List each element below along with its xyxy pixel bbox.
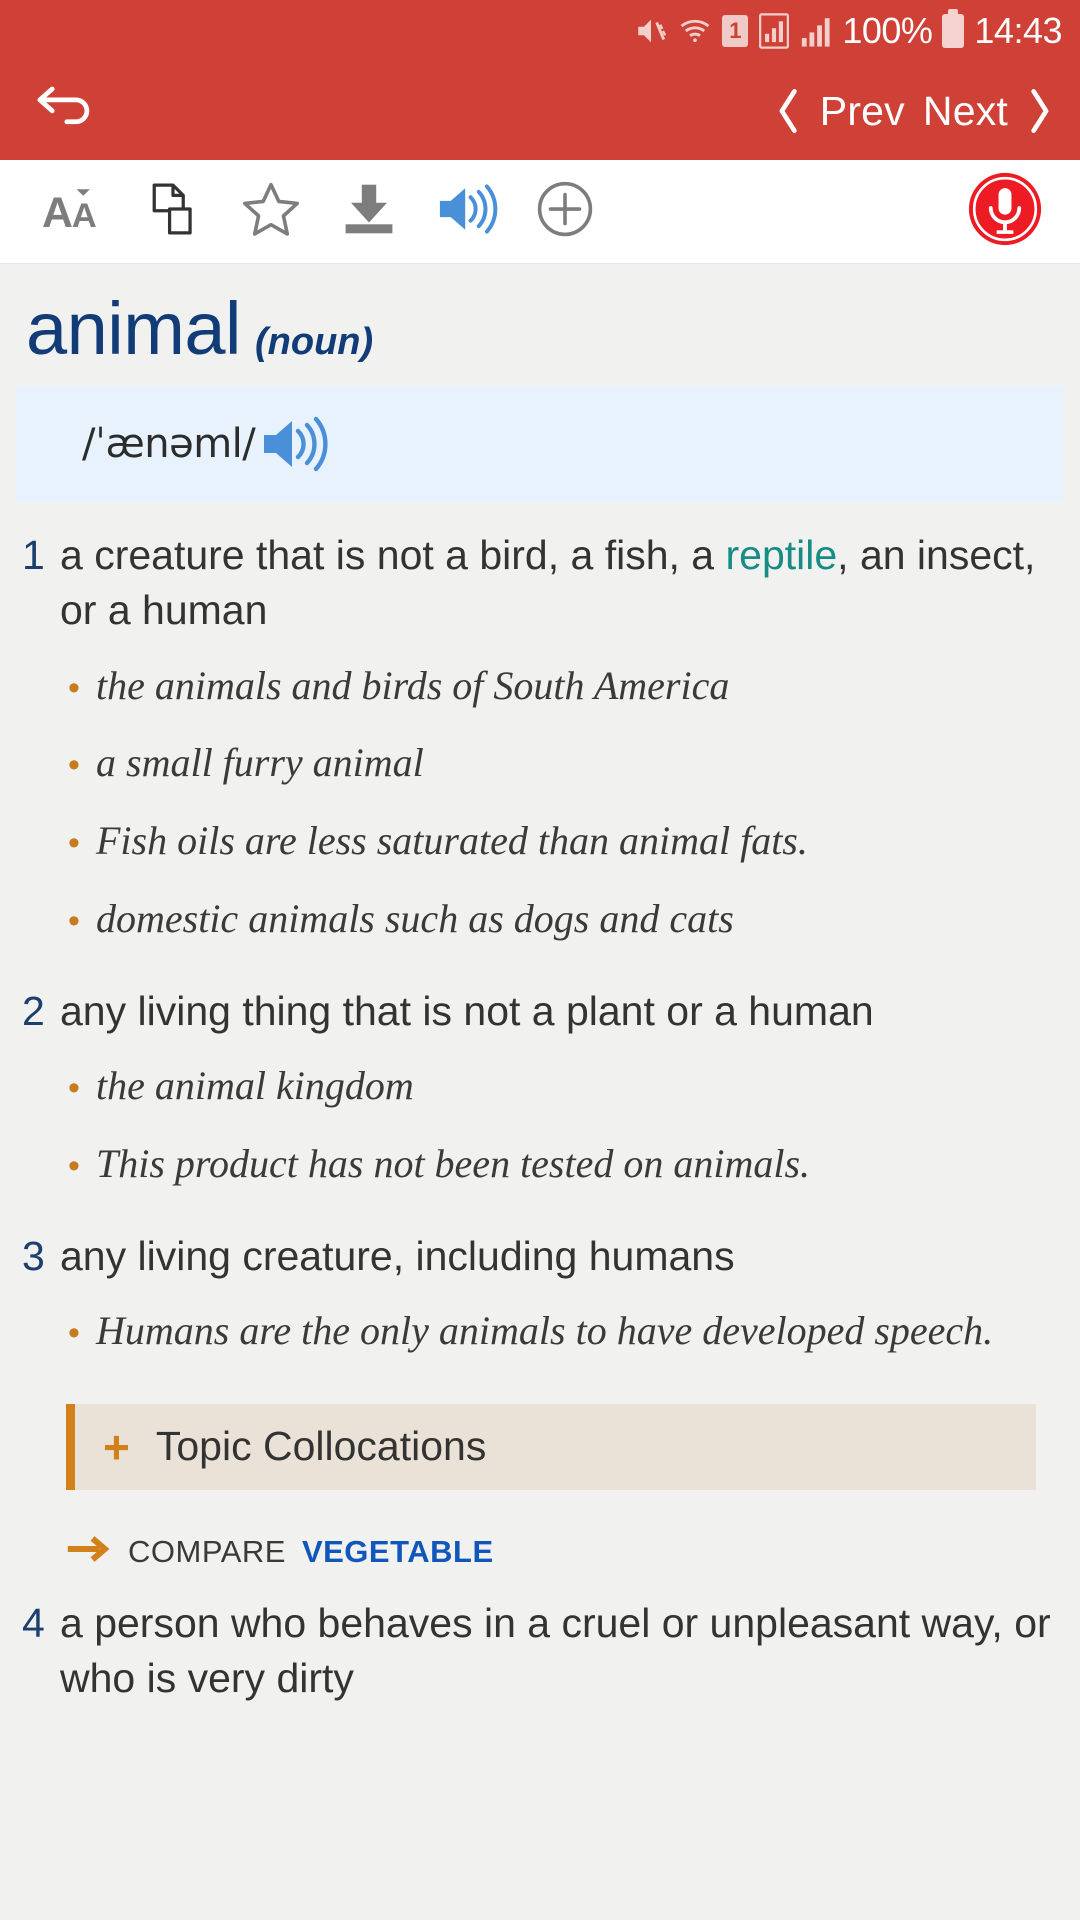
sense-definition: any living thing that is not a plant or …	[60, 987, 874, 1034]
example-text: the animal kingdom	[96, 1063, 414, 1109]
sense-number: 2	[22, 987, 45, 1034]
example-text: a small furry animal	[96, 740, 424, 786]
bullet-icon: •	[68, 902, 80, 941]
prev-label: Prev	[819, 87, 905, 134]
example-text: Humans are the only animals to have deve…	[96, 1308, 994, 1354]
compare-label: COMPARE	[128, 1533, 286, 1569]
example-item: • Fish oils are less saturated than anim…	[68, 802, 1058, 880]
font-size-button[interactable]: A A	[26, 182, 124, 241]
bullet-icon: •	[68, 668, 80, 707]
part-of-speech: (noun)	[255, 321, 374, 363]
download-icon	[342, 181, 396, 242]
example-item: • domestic animals such as dogs and cats	[68, 880, 1058, 958]
arrow-right-icon	[66, 1534, 112, 1569]
sense-definition: a creature that is not a bird, a fish, a…	[56, 528, 1058, 639]
copy-page-button[interactable]	[124, 180, 222, 243]
example-item: • the animal kingdom	[68, 1047, 1058, 1125]
compare-target-link[interactable]: VEGETABLE	[302, 1534, 494, 1570]
entry-toolbar: A A	[0, 160, 1080, 264]
sim-icon: 1	[722, 15, 749, 47]
mute-icon	[634, 14, 668, 48]
battery-icon	[942, 9, 965, 48]
signal-box-icon	[758, 13, 790, 49]
wifi-icon	[678, 14, 712, 48]
clock: 14:43	[974, 10, 1062, 51]
topic-collocations-label: Topic Collocations	[155, 1423, 487, 1470]
bullet-icon: •	[68, 1069, 80, 1108]
battery-percent: 100%	[842, 10, 933, 51]
download-button[interactable]	[320, 181, 418, 242]
voice-search-button[interactable]	[960, 171, 1050, 252]
example-item: • the animals and birds of South America	[68, 647, 1058, 725]
sense-1: 1 a creature that is not a bird, a fish,…	[0, 502, 1080, 958]
add-circle-icon	[536, 180, 594, 243]
sense-header: 3 any living creature, including humans	[22, 1203, 1058, 1284]
headword-row: animal (noun)	[0, 264, 1080, 386]
headword: animal	[26, 287, 242, 370]
example-text: This product has not been tested on anim…	[96, 1141, 811, 1187]
pronunciation-text: /ˈænəml/	[82, 421, 256, 467]
chevron-right-icon	[1020, 86, 1058, 136]
speaker-icon	[436, 181, 498, 242]
sense-number: 3	[22, 1232, 45, 1279]
example-item: • Humans are the only animals to have de…	[68, 1292, 1058, 1370]
chevron-left-icon	[770, 86, 808, 136]
back-arrow-icon	[34, 83, 96, 140]
back-button[interactable]	[34, 83, 96, 140]
bullet-icon: •	[68, 1147, 80, 1186]
compare-row: COMPARE VEGETABLE	[22, 1490, 1058, 1570]
sense-4: 4 a person who behaves in a cruel or unp…	[0, 1570, 1080, 1707]
favorite-button[interactable]	[222, 181, 320, 242]
sense-2: 2 any living thing that is not a plant o…	[0, 958, 1080, 1203]
example-list: • Humans are the only animals to have de…	[22, 1284, 1058, 1370]
svg-text:A: A	[72, 197, 97, 235]
example-list: • the animal kingdom • This product has …	[22, 1039, 1058, 1203]
favorite-star-icon	[242, 181, 300, 242]
bullet-icon: •	[68, 1314, 80, 1353]
svg-text:A: A	[42, 189, 73, 236]
sense-3: 3 any living creature, including humans …	[0, 1203, 1080, 1570]
status-bar: 1 100% 14:43	[0, 0, 1080, 62]
sense-number: 4	[22, 1599, 45, 1646]
example-text: domestic animals such as dogs and cats	[96, 896, 734, 942]
example-list: • the animals and birds of South America…	[22, 639, 1058, 958]
microphone-icon	[967, 171, 1043, 252]
example-text: Fish oils are less saturated than animal…	[96, 818, 808, 864]
sense-definition: any living creature, including humans	[60, 1232, 735, 1279]
next-button[interactable]: Next	[917, 86, 1058, 136]
topic-collocations-toggle[interactable]: + Topic Collocations	[66, 1403, 1036, 1490]
signal-bars-icon	[800, 14, 832, 48]
prev-button[interactable]: Prev	[770, 86, 911, 136]
pronounce-button[interactable]	[418, 181, 516, 242]
example-item: • This product has not been tested on an…	[68, 1125, 1058, 1203]
sense-definition: a person who behaves in a cruel or unple…	[60, 1599, 1051, 1702]
plus-icon: +	[103, 1420, 130, 1473]
app-bar: Prev Next	[0, 62, 1080, 160]
example-text: the animals and birds of South America	[96, 662, 730, 708]
sense-header: 4 a person who behaves in a cruel or unp…	[22, 1570, 1058, 1707]
font-size-icon: A A	[42, 182, 108, 241]
pronunciation-speaker-icon[interactable]	[259, 413, 329, 475]
sense-header: 1 a creature that is not a bird, a fish,…	[22, 502, 1058, 639]
entry-navigation: Prev Next	[770, 86, 1058, 136]
example-item: • a small furry animal	[68, 724, 1058, 802]
sense-number: 1	[22, 532, 45, 578]
pronunciation-bar: /ˈænəml/	[16, 386, 1064, 502]
cross-reference-link[interactable]: reptile	[725, 532, 837, 578]
next-label: Next	[922, 87, 1008, 134]
copy-page-icon	[148, 180, 198, 243]
bullet-icon: •	[68, 746, 80, 785]
bullet-icon: •	[68, 824, 80, 863]
sense-header: 2 any living thing that is not a plant o…	[22, 958, 1058, 1039]
entry-content[interactable]: animal (noun) /ˈænəml/ 1 a creature that…	[0, 264, 1080, 1920]
add-button[interactable]	[516, 180, 614, 243]
definition-part-1: a creature that is not a bird, a fish, a	[60, 532, 726, 578]
